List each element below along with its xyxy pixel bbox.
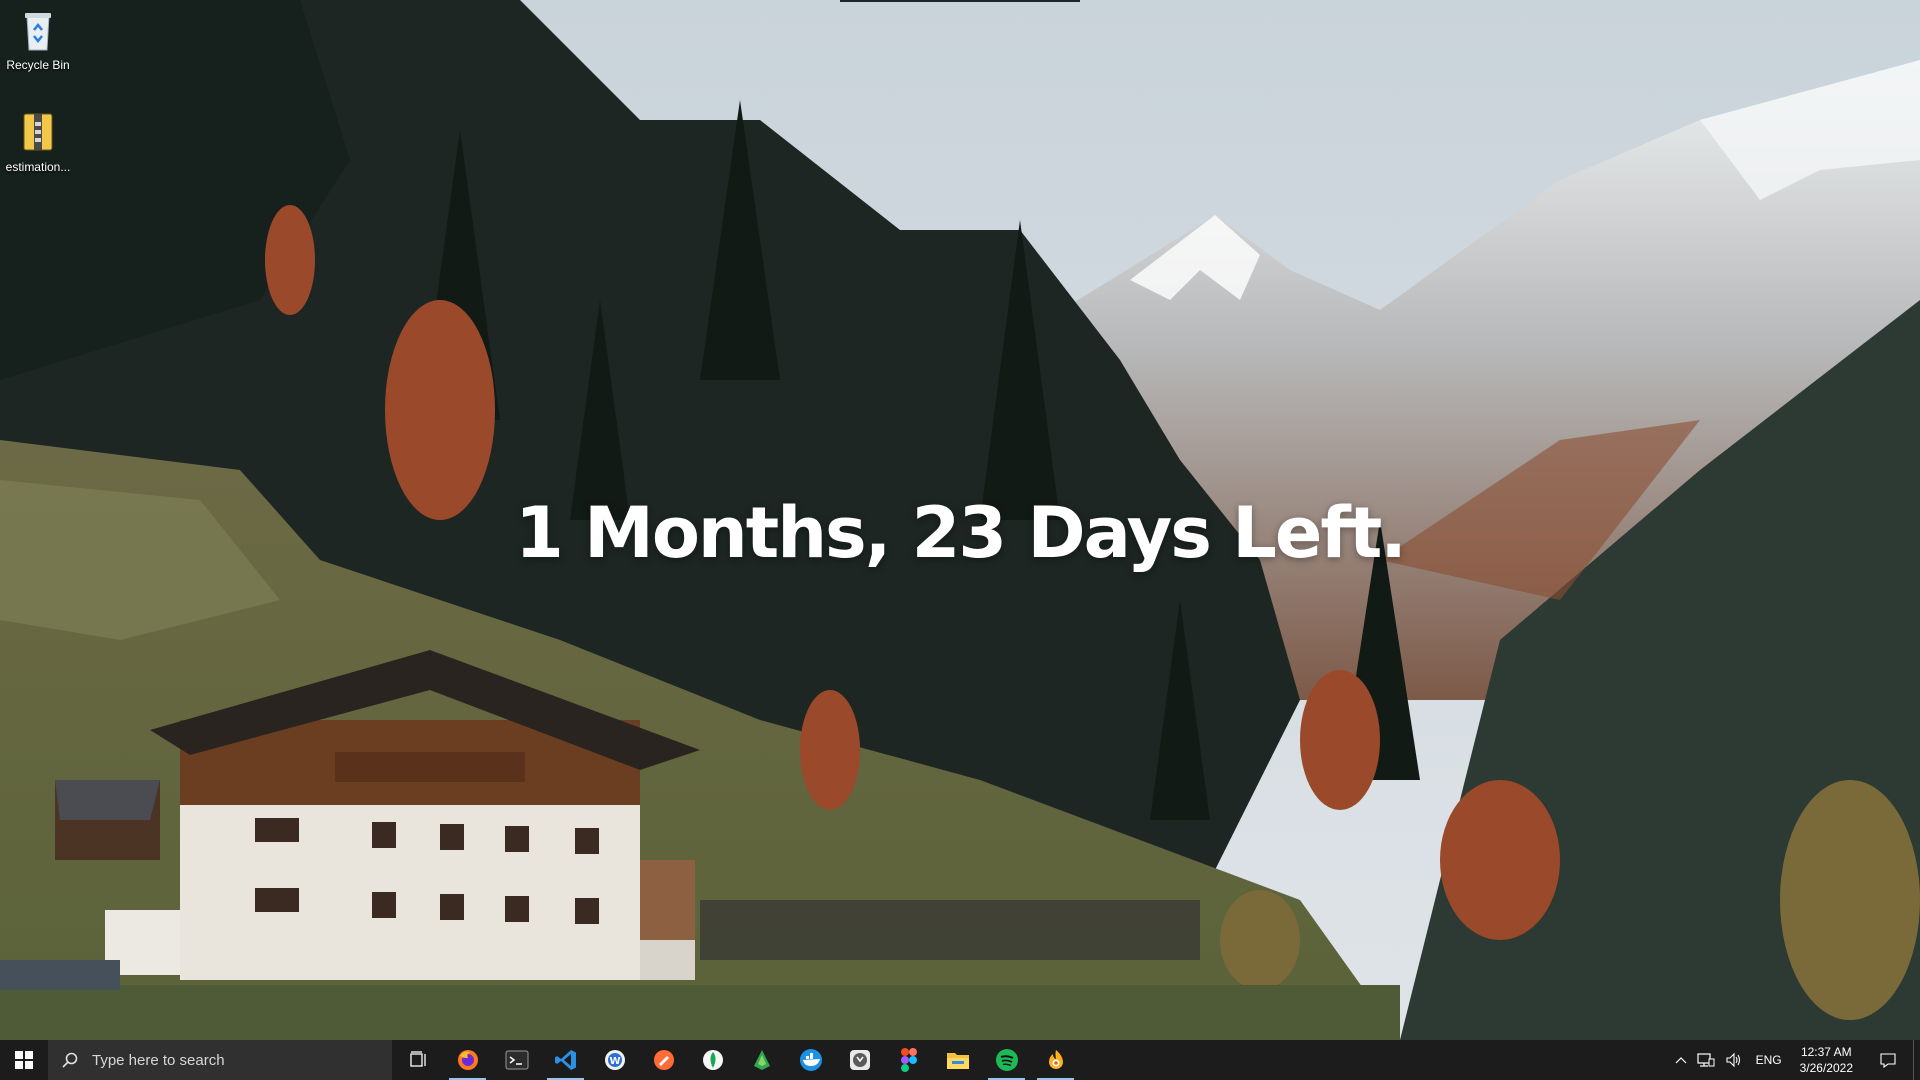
start-button[interactable]	[0, 1040, 48, 1080]
action-center-button[interactable]	[1863, 1040, 1913, 1080]
show-hidden-icons-button[interactable]	[1670, 1040, 1692, 1080]
countdown-text: 1 Months, 23 Days Left.	[515, 492, 1407, 574]
vscode-icon	[554, 1050, 576, 1070]
taskbar-figma[interactable]	[884, 1040, 933, 1080]
firefox-icon	[457, 1050, 478, 1070]
taskbar-app-orange[interactable]	[1031, 1040, 1080, 1080]
taskbar-app-green[interactable]	[737, 1040, 786, 1080]
windows-logo-icon	[15, 1051, 33, 1069]
taskbar-file-explorer[interactable]	[933, 1040, 982, 1080]
terminal-icon	[505, 1050, 528, 1070]
network-icon	[1696, 1053, 1715, 1067]
input-language-indicator[interactable]: ENG	[1748, 1040, 1790, 1080]
docker-icon	[799, 1049, 822, 1071]
recycle-bin-label: Recycle Bin	[6, 58, 70, 72]
clock-time: 12:37 AM	[1800, 1045, 1852, 1059]
volume-button[interactable]	[1720, 1040, 1748, 1080]
spotify-icon	[995, 1049, 1018, 1071]
notification-icon	[1880, 1053, 1896, 1068]
taskbar-terminal[interactable]	[492, 1040, 541, 1080]
speaker-icon	[1726, 1052, 1740, 1068]
folder-icon	[946, 1053, 969, 1069]
archive-file-icon	[14, 108, 62, 156]
figma-icon	[900, 1048, 917, 1072]
taskbar-spotify[interactable]	[982, 1040, 1031, 1080]
svg-text:W: W	[609, 1056, 620, 1067]
leaf-icon	[702, 1050, 723, 1070]
orange-flame-icon	[1048, 1050, 1063, 1069]
blue-w-icon: W	[604, 1050, 625, 1070]
desktop-icon-estimation-archive[interactable]: estimation...	[2, 108, 74, 174]
search-input[interactable]	[90, 1050, 374, 1070]
taskbar-docker[interactable]	[786, 1040, 835, 1080]
taskbar-postman[interactable]	[639, 1040, 688, 1080]
taskbar: W	[0, 1040, 1920, 1080]
clock-date: 3/26/2022	[1799, 1061, 1853, 1075]
green-app-icon	[753, 1050, 770, 1070]
top-window-edge	[840, 0, 1080, 2]
github-desktop-icon	[849, 1050, 870, 1070]
taskbar-mongodb-compass[interactable]	[688, 1040, 737, 1080]
taskbar-github-desktop[interactable]	[835, 1040, 884, 1080]
desktop-icon-recycle-bin[interactable]: Recycle Bin	[2, 6, 74, 72]
show-desktop-button[interactable]	[1913, 1040, 1920, 1080]
taskbar-firefox[interactable]	[443, 1040, 492, 1080]
taskbar-vscode[interactable]	[541, 1040, 590, 1080]
system-tray: ENG 12:37 AM 3/26/2022	[1670, 1040, 1920, 1080]
taskbar-pinned-apps: W	[394, 1040, 1080, 1080]
taskbar-app-blue-w[interactable]: W	[590, 1040, 639, 1080]
task-view-button[interactable]	[394, 1040, 443, 1080]
chevron-up-icon	[1675, 1057, 1687, 1064]
taskbar-search-box[interactable]	[48, 1040, 392, 1080]
search-icon	[62, 1052, 78, 1068]
recycle-bin-icon	[14, 6, 62, 54]
network-button[interactable]	[1692, 1040, 1720, 1080]
postman-icon	[653, 1050, 674, 1070]
clock[interactable]: 12:37 AM 3/26/2022	[1790, 1044, 1863, 1076]
task-view-icon	[409, 1051, 426, 1067]
estimation-file-label: estimation...	[5, 160, 71, 174]
